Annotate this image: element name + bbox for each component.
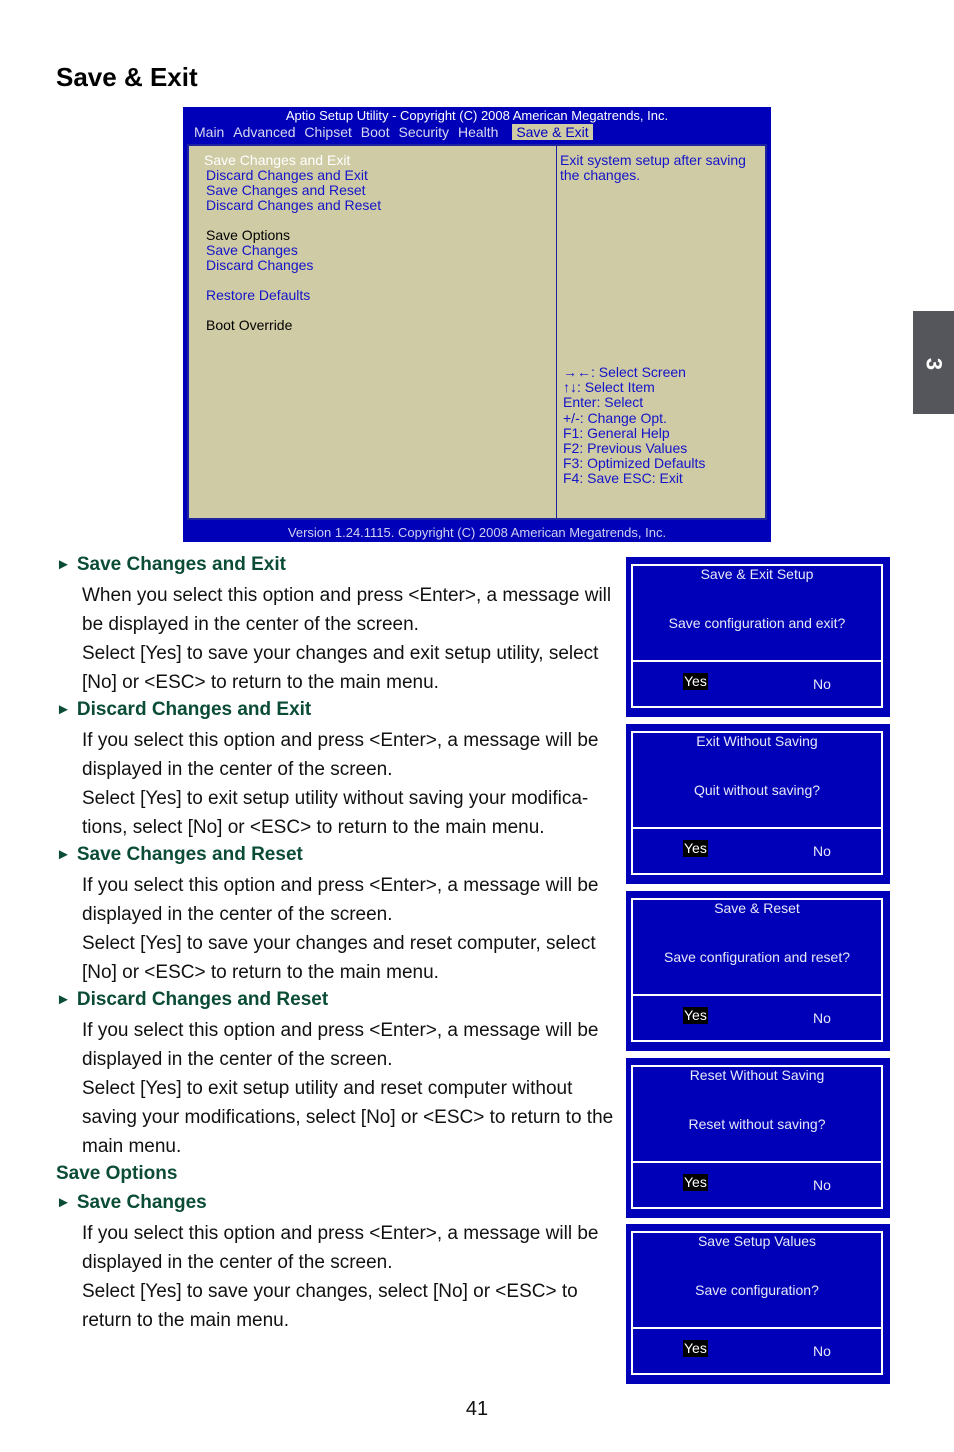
section-heading: Save Changes (76, 1192, 207, 1213)
key-change-opt: +/-: Change Opt. (563, 409, 667, 426)
chapter-number: 3 (921, 357, 947, 371)
section-paragraph: Select [Yes] to save your changes, selec… (82, 1281, 578, 1331)
bios-tab-advanced[interactable]: Advanced (232, 124, 296, 140)
chapter-tab: 3 (913, 311, 954, 414)
triangle-right-icon: ► (56, 701, 71, 718)
bios-tab-boot[interactable]: Boot (360, 124, 391, 140)
section-heading: Save Changes and Reset (76, 844, 303, 865)
bios-divider (556, 146, 557, 518)
key-f3: F3: Optimized Defaults (563, 455, 706, 472)
key-f2: F2: Previous Values (563, 440, 688, 457)
dialog-title: Save & Exit Setup (692, 566, 822, 582)
section-heading: Discard Changes and Exit (76, 699, 312, 720)
dialog-exit-without-saving: Exit Without Saving Quit without saving?… (626, 724, 890, 884)
dialog-no-button[interactable]: No (813, 1343, 831, 1359)
content: ► Save Changes and Exit When you select t… (56, 552, 626, 1335)
section-paragraph: When you select this option and press <E… (82, 585, 612, 635)
dialog-message: Save configuration and exit? (668, 615, 846, 631)
bios-tab-health[interactable]: Health (457, 124, 499, 140)
bios-tab-chipset[interactable]: Chipset (303, 124, 352, 140)
bios-help-text: Exit system setup after saving the chang… (560, 152, 746, 183)
dialog-separator (631, 660, 883, 662)
section-heading: Save Changes and Exit (76, 554, 286, 575)
bios-heading-boot-override: Boot Override (206, 317, 293, 333)
dialog-save-reset: Save & Reset Save configuration and rese… (626, 891, 890, 1051)
section-save-changes-reset: ► Save Changes and Reset If you select th… (56, 842, 626, 987)
bios-item-save-changes[interactable]: Save Changes (206, 243, 381, 258)
triangle-right-icon: ► (56, 991, 71, 1008)
section-paragraph: If you select this option and press <Ent… (82, 875, 599, 925)
dialog-message: Reset without saving? (688, 1116, 826, 1132)
dialog-title: Save Setup Values (689, 1233, 825, 1249)
section-heading: Discard Changes and Reset (76, 989, 329, 1010)
triangle-right-icon: ► (56, 556, 71, 573)
key-select-screen: →←: Select Screen (563, 364, 686, 380)
dialog-title: Save & Reset (706, 900, 808, 916)
dialog-separator (631, 1327, 883, 1329)
dialog-yes-button[interactable]: Yes (683, 1174, 708, 1191)
section-paragraph: If you select this option and press <Ent… (82, 1020, 599, 1070)
dialog-separator (631, 1161, 883, 1163)
dialog-message: Quit without saving? (693, 782, 821, 798)
triangle-right-icon: ► (56, 846, 71, 863)
section-discard-changes-exit: ► Discard Changes and Exit If you select … (56, 697, 626, 842)
dialog-yes-button[interactable]: Yes (683, 1007, 708, 1024)
bios-footer: Version 1.24.1115. Copyright (C) 2008 Am… (287, 525, 667, 540)
dialog-message: Save configuration and reset? (663, 949, 850, 965)
bios-tab-bar: Main Advanced Chipset Boot Security Heal… (193, 124, 596, 140)
section-paragraph: Select [Yes] to save your changes and ex… (82, 643, 599, 693)
section-discard-changes-reset: ► Discard Changes and Reset If you select… (56, 987, 626, 1161)
dialog-separator (631, 827, 883, 829)
bios-menu: Save Changes and Exit Discard Changes an… (204, 153, 381, 333)
section-paragraph: Select [Yes] to exit setup utility and r… (82, 1078, 614, 1157)
bios-item-discard-changes[interactable]: Discard Changes (206, 258, 381, 273)
dialog-save-exit-setup: Save & Exit Setup Save configuration and… (626, 557, 890, 717)
section-paragraph: If you select this option and press <Ent… (82, 730, 599, 780)
dialog-no-button[interactable]: No (813, 1177, 831, 1193)
section-save-options: Save Options ► Save Changes If you select… (56, 1161, 626, 1335)
bios-screen: Aptio Setup Utility - Copyright (C) 2008… (183, 107, 771, 542)
key-f4-esc: F4: Save ESC: Exit (563, 470, 683, 487)
bios-tab-save-exit[interactable]: Save & Exit (512, 124, 593, 140)
dialog-no-button[interactable]: No (813, 1010, 831, 1026)
dialog-save-setup-values: Save Setup Values Save configuration? Ye… (626, 1224, 890, 1384)
bios-tab-main[interactable]: Main (193, 124, 225, 140)
bios-heading-save-options: Save Options (206, 227, 291, 243)
bios-item-restore-defaults[interactable]: Restore Defaults (206, 288, 381, 303)
dialog-reset-without-saving: Reset Without Saving Reset without savin… (626, 1058, 890, 1218)
bios-item-discard-changes-reset[interactable]: Discard Changes and Reset (206, 198, 381, 213)
section-paragraph: Select [Yes] to save your changes and re… (82, 933, 596, 983)
dialog-no-button[interactable]: No (813, 676, 831, 692)
dialog-yes-button[interactable]: Yes (683, 1340, 708, 1357)
section-paragraph: Select [Yes] to exit setup utility witho… (82, 788, 589, 838)
key-enter: Enter: Select (563, 394, 644, 411)
bios-item-save-changes-reset[interactable]: Save Changes and Reset (206, 183, 381, 198)
section-save-changes-exit: ► Save Changes and Exit When you select t… (56, 552, 626, 697)
page-number: 41 (465, 1398, 489, 1420)
key-select-item: ↑↓: Select Item (563, 379, 655, 396)
triangle-right-icon: ► (56, 1194, 71, 1211)
save-options-heading: Save Options (56, 1163, 178, 1184)
key-f1: F1: General Help (563, 424, 670, 441)
page-title: Save & Exit (56, 62, 198, 92)
dialog-message: Save configuration? (695, 1282, 819, 1298)
dialog-yes-button[interactable]: Yes (683, 840, 708, 857)
bios-key-legend: →←: Select Screen ↑↓: Select Item Enter:… (563, 364, 706, 487)
bios-item-discard-changes-exit[interactable]: Discard Changes and Exit (206, 168, 381, 183)
dialog-yes-button[interactable]: Yes (683, 673, 708, 690)
bios-body: Save Changes and Exit Discard Changes an… (187, 144, 767, 520)
section-paragraph: If you select this option and press <Ent… (82, 1223, 599, 1273)
dialog-title: Reset Without Saving (681, 1067, 833, 1083)
bios-tab-security[interactable]: Security (397, 124, 450, 140)
dialog-separator (631, 994, 883, 996)
bios-title: Aptio Setup Utility - Copyright (C) 2008… (285, 108, 669, 123)
dialog-no-button[interactable]: No (813, 843, 831, 859)
dialog-title: Exit Without Saving (688, 733, 826, 749)
bios-item-save-changes-exit[interactable]: Save Changes and Exit (204, 153, 381, 168)
